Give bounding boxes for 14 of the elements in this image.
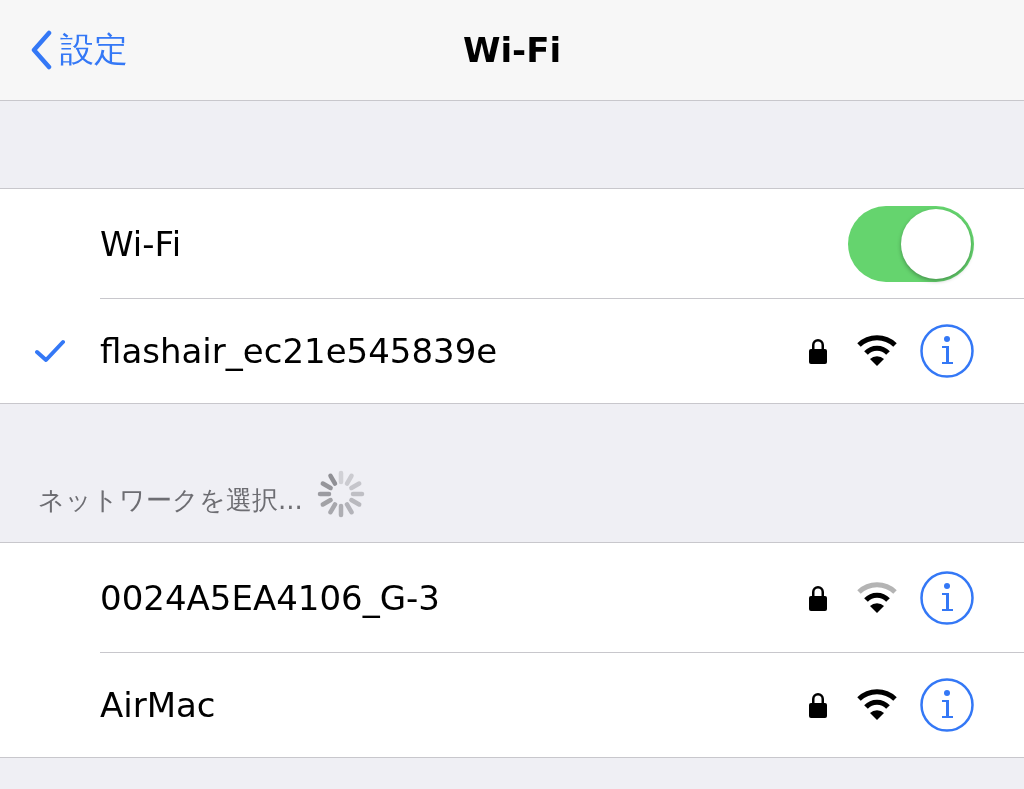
network-row[interactable]: AirMac	[0, 652, 1024, 757]
info-button[interactable]	[920, 324, 974, 378]
info-button[interactable]	[920, 570, 974, 625]
page-title: Wi-Fi	[462, 30, 562, 70]
info-button[interactable]	[920, 678, 974, 732]
network-name: flashair_ec21e545839e	[100, 331, 499, 371]
wifi-label: Wi-Fi	[100, 223, 183, 264]
back-button[interactable]: 設定	[0, 26, 463, 74]
network-row[interactable]: 0024A5EA4106_G-3	[0, 543, 1024, 652]
network-row[interactable]: flashair_ec21e545839e	[0, 298, 1024, 403]
network-name: AirMac	[100, 685, 217, 725]
network-name: 0024A5EA4106_G-3	[100, 577, 441, 618]
section-header: ネットワークを選択...	[38, 484, 303, 517]
chevron-left-icon	[30, 30, 52, 70]
